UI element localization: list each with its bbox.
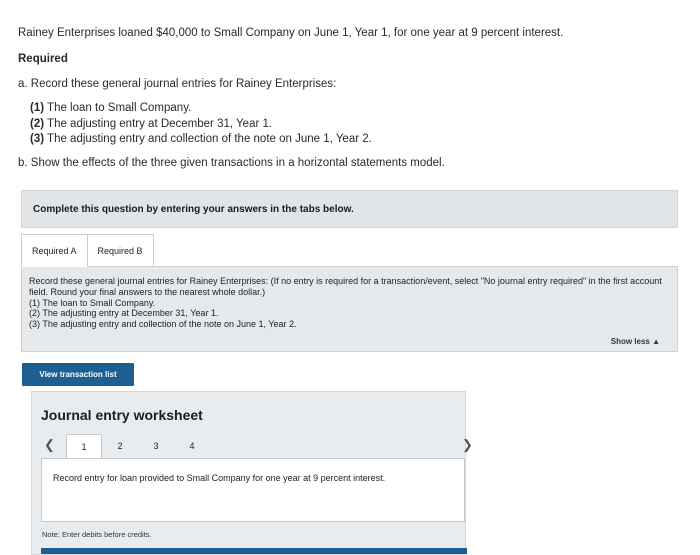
- worksheet-title: Journal entry worksheet: [41, 407, 203, 423]
- chevron-left-icon[interactable]: ❮: [44, 437, 55, 453]
- panel-list-item: (1) The loan to Small Company.: [29, 297, 156, 308]
- page-tabs: 1 2 3 4: [66, 434, 210, 459]
- required-heading: Required: [18, 53, 68, 66]
- page-tab-2[interactable]: 2: [102, 434, 138, 458]
- instructions-banner: Complete this question by entering your …: [21, 190, 678, 228]
- part-b-text: b. Show the effects of the three given t…: [18, 157, 445, 170]
- show-less-link[interactable]: Show less ▲: [611, 337, 660, 346]
- part-a-text: a. Record these general journal entries …: [18, 77, 337, 90]
- entry-description: Record entry for loan provided to Small …: [53, 473, 386, 483]
- tab-required-b[interactable]: Required B: [87, 234, 154, 267]
- page-tab-4[interactable]: 4: [174, 434, 210, 458]
- worksheet-note: Note: Enter debits before credits.: [42, 530, 152, 539]
- page-tab-3[interactable]: 3: [138, 434, 174, 458]
- tab-required-a[interactable]: Required A: [21, 234, 88, 267]
- panel-list-item: (2) The adjusting entry at December 31, …: [29, 308, 219, 319]
- chevron-right-icon[interactable]: ❯: [462, 437, 473, 453]
- entry-description-box: Record entry for loan provided to Small …: [41, 458, 465, 522]
- problem-statement: Rainey Enterprises loaned $40,000 to Sma…: [18, 26, 678, 171]
- problem-intro: Rainey Enterprises loaned $40,000 to Sma…: [18, 27, 564, 39]
- part-a-item: (3) The adjusting entry and collection o…: [30, 132, 372, 145]
- panel-list-item: (3) The adjusting entry and collection o…: [29, 319, 297, 330]
- page-tab-1[interactable]: 1: [66, 434, 102, 459]
- part-a-item: (1) The loan to Small Company.: [30, 102, 192, 115]
- part-a-item: (2) The adjusting entry at December 31, …: [30, 117, 273, 130]
- worksheet-pager: ❮ 1 2 3 4 ❯: [32, 434, 473, 459]
- tab-bar: Required A Required B: [21, 234, 154, 267]
- panel-instruction: Record these general journal entries for…: [29, 276, 662, 297]
- journal-entry-worksheet: Journal entry worksheet ❮ 1 2 3 4 ❯ Reco…: [31, 391, 473, 555]
- tab-panel: Record these general journal entries for…: [21, 266, 678, 352]
- view-transaction-list-button[interactable]: View transaction list: [22, 363, 134, 386]
- panel-list: (1) The loan to Small Company. (2) The a…: [29, 298, 669, 330]
- part-a-list: (1) The loan to Small Company. (2) The a…: [30, 101, 678, 146]
- worksheet-bottom-bar: [41, 548, 467, 554]
